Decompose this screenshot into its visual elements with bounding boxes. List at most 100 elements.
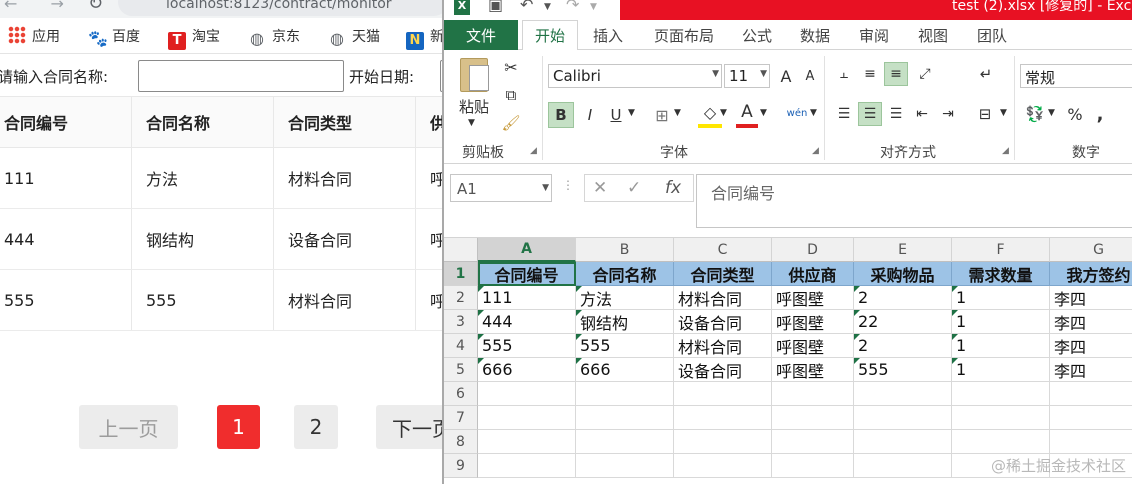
row-header-3[interactable]: 3 (444, 310, 478, 334)
next-page-button[interactable]: 下一页 (376, 405, 444, 449)
cell-d1[interactable]: 供应商 (772, 262, 854, 286)
clipboard-launcher-icon[interactable]: ◢ (530, 146, 537, 156)
row-header-8[interactable]: 8 (444, 430, 478, 454)
cell-e7[interactable] (854, 406, 952, 430)
cell-g8[interactable] (1050, 430, 1132, 454)
fill-color-dropdown-icon[interactable]: ▼ (720, 108, 727, 118)
column-header-f[interactable]: F (952, 238, 1050, 262)
format-painter-icon[interactable]: 🖌 (500, 112, 522, 134)
page-2-button[interactable]: 2 (294, 405, 338, 449)
column-header-b[interactable]: B (576, 238, 674, 262)
font-launcher-icon[interactable]: ◢ (812, 146, 819, 156)
cell-b8[interactable] (576, 430, 674, 454)
cell-c2[interactable]: 材料合同 (674, 286, 772, 310)
cut-icon[interactable]: ✂ (500, 56, 522, 78)
phonetic-guide-button[interactable]: wén (782, 98, 812, 128)
fill-color-icon[interactable]: ◇ (698, 100, 722, 128)
tab-team[interactable]: 团队 (967, 20, 1017, 50)
row-header-6[interactable]: 6 (444, 382, 478, 406)
borders-icon[interactable]: ⊞ (650, 102, 674, 128)
row-header-7[interactable]: 7 (444, 406, 478, 430)
column-header[interactable]: 合同编号 (0, 97, 131, 147)
undo-icon[interactable]: ↶ (520, 0, 533, 14)
percent-style-button[interactable]: % (1064, 102, 1086, 126)
back-forward-icon[interactable]: ← → (4, 0, 78, 13)
cell-e2[interactable]: 2 (854, 286, 952, 310)
row-header-5[interactable]: 5 (444, 358, 478, 382)
bookmark-taobao[interactable]: T 淘宝 (168, 26, 220, 50)
align-right-icon[interactable]: ☰ (884, 102, 908, 126)
shrink-font-button[interactable]: A (800, 64, 820, 88)
cell-d6[interactable] (772, 382, 854, 406)
column-header[interactable]: 合同名称 (142, 97, 273, 147)
cell-d8[interactable] (772, 430, 854, 454)
cell-f8[interactable] (952, 430, 1050, 454)
underline-dropdown-icon[interactable]: ▼ (628, 108, 635, 118)
merge-dropdown-icon[interactable]: ▼ (1000, 108, 1007, 118)
cell-b6[interactable] (576, 382, 674, 406)
cell-d4[interactable]: 呼图壁 (772, 334, 854, 358)
accounting-dropdown-icon[interactable]: ▼ (1048, 108, 1055, 118)
cell-f6[interactable] (952, 382, 1050, 406)
cell-b9[interactable] (576, 454, 674, 478)
bookmark-jd[interactable]: ◍ 京东 (248, 26, 300, 48)
formula-input[interactable]: 合同编号 (696, 174, 1132, 228)
merge-center-icon[interactable]: ⊟ (972, 102, 998, 126)
paste-dropdown-icon[interactable]: ▼ (468, 118, 475, 128)
bookmark-tmall[interactable]: ◍ 天猫 (328, 26, 380, 48)
cell-f3[interactable]: 1 (952, 310, 1050, 334)
name-box[interactable]: A1 ▼ (450, 174, 552, 202)
tab-home[interactable]: 开始 (522, 20, 578, 51)
cell-e3[interactable]: 22 (854, 310, 952, 334)
cell-b7[interactable] (576, 406, 674, 430)
tab-formulas[interactable]: 公式 (732, 20, 782, 50)
borders-dropdown-icon[interactable]: ▼ (674, 108, 681, 118)
cell-c3[interactable]: 设备合同 (674, 310, 772, 334)
font-size-select[interactable]: 11 ▼ (724, 64, 770, 88)
font-color-icon[interactable]: A (736, 100, 758, 128)
cell-g6[interactable] (1050, 382, 1132, 406)
tab-review[interactable]: 审阅 (849, 20, 899, 50)
column-header-d[interactable]: D (772, 238, 854, 262)
cell-f7[interactable] (952, 406, 1050, 430)
cell-c6[interactable] (674, 382, 772, 406)
table-row[interactable]: 444 钢结构 设备合同 呼图壁 (0, 209, 444, 270)
copy-icon[interactable]: ⧉ (500, 84, 522, 106)
wrap-text-icon[interactable]: ↵ (974, 62, 998, 86)
cell-f2[interactable]: 1 (952, 286, 1050, 310)
align-left-icon[interactable]: ☰ (832, 102, 856, 126)
prev-page-button[interactable]: 上一页 (79, 405, 178, 449)
save-icon[interactable]: ▣ (488, 0, 503, 14)
cell-a8[interactable] (478, 430, 576, 454)
cell-g5[interactable]: 李四 (1050, 358, 1132, 382)
grow-font-button[interactable]: A (776, 64, 796, 88)
table-row[interactable]: 111 方法 材料合同 呼图壁 (0, 148, 444, 209)
bold-button[interactable]: B (548, 102, 574, 128)
address-bar[interactable]: localhost:8123/contract/monitor (118, 0, 444, 16)
contract-name-input[interactable] (138, 60, 344, 92)
font-name-select[interactable]: Calibri ▼ (548, 64, 722, 88)
cell-d9[interactable] (772, 454, 854, 478)
tab-data[interactable]: 数据 (790, 20, 840, 50)
cell-a2[interactable]: 111 (478, 286, 576, 310)
cell-g2[interactable]: 李四 (1050, 286, 1132, 310)
align-top-icon[interactable]: ⫠ (832, 62, 856, 86)
alignment-launcher-icon[interactable]: ◢ (1002, 146, 1009, 156)
decrease-indent-icon[interactable]: ⇤ (910, 102, 934, 126)
align-center-icon[interactable]: ☰ (858, 102, 882, 126)
underline-button[interactable]: U (604, 102, 628, 128)
cell-f4[interactable]: 1 (952, 334, 1050, 358)
column-header-c[interactable]: C (674, 238, 772, 262)
align-middle-icon[interactable]: ≡ (858, 62, 882, 86)
italic-button[interactable]: I (578, 102, 602, 128)
redo-icon[interactable]: ↷ (566, 0, 579, 14)
cell-a1[interactable]: 合同编号 (478, 262, 576, 286)
cell-a3[interactable]: 444 (478, 310, 576, 334)
cell-e5[interactable]: 555 (854, 358, 952, 382)
column-header-a[interactable]: A (478, 238, 576, 262)
cell-e9[interactable] (854, 454, 952, 478)
column-header[interactable]: 合同类型 (284, 97, 415, 147)
cell-b2[interactable]: 方法 (576, 286, 674, 310)
increase-indent-icon[interactable]: ⇥ (936, 102, 960, 126)
cell-g4[interactable]: 李四 (1050, 334, 1132, 358)
